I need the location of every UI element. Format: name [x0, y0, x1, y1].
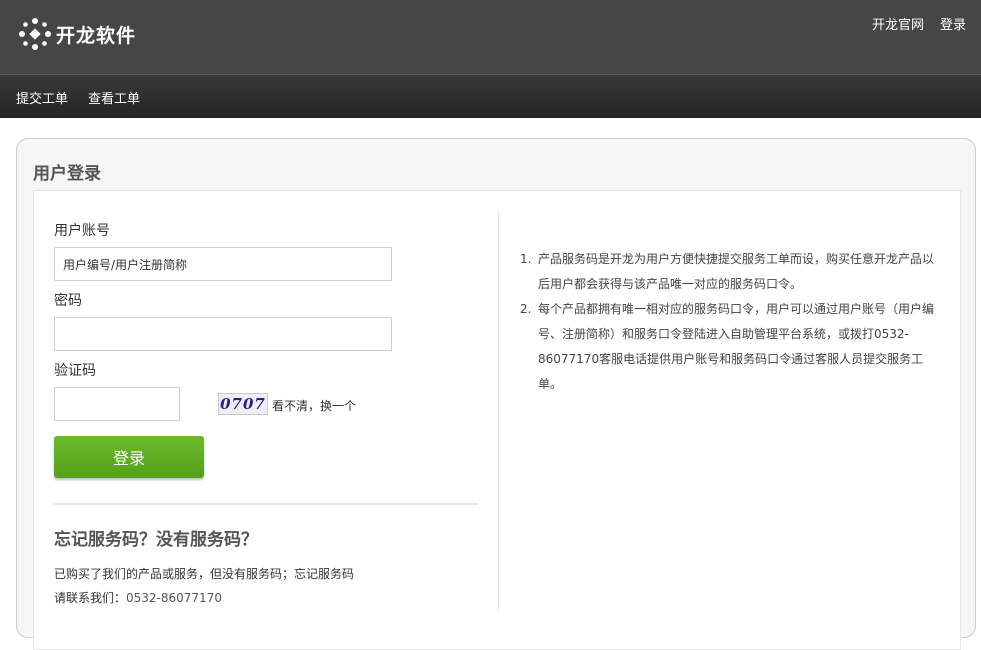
contact-phone: 0532-86077170 — [126, 591, 222, 605]
captcha-refresh-link[interactable]: 看不清，换一个 — [272, 397, 356, 414]
logo-text: 开龙软件 — [56, 24, 137, 47]
nav-view-ticket[interactable]: 查看工单 — [88, 88, 140, 107]
forgot-text-line1: 已购买了我们的产品或服务，但没有服务码；忘记服务码 — [54, 567, 355, 581]
top-login-link[interactable]: 登录 — [940, 14, 966, 33]
nav-submit-ticket[interactable]: 提交工单 — [16, 88, 68, 107]
list-item: 1. 产品服务码是开龙为用户方便快捷提交服务工单而设，购买任意开龙产品以后用户都… — [520, 247, 940, 297]
contact-prefix: 请联系我们： — [54, 591, 127, 605]
panel-title: 用户登录 — [33, 164, 101, 184]
login-panel: 用户登录 用户账号 密码 验证码 0707 看不清，换一个 登录 忘记服务码？没… — [16, 138, 976, 650]
info-list: 1. 产品服务码是开龙为用户方便快捷提交服务工单而设，购买任意开龙产品以后用户都… — [520, 247, 940, 397]
top-header: 开龙软件 开龙官网 登录 — [0, 0, 981, 74]
captcha-label: 验证码 — [54, 363, 96, 379]
captcha-image[interactable]: 0707 — [218, 393, 268, 415]
forgot-text-line2: 请联系我们：0532-86077170 — [54, 589, 222, 606]
vertical-divider — [498, 211, 499, 611]
official-site-link[interactable]: 开龙官网 — [872, 14, 924, 33]
account-label: 用户账号 — [54, 223, 110, 239]
password-label: 密码 — [54, 293, 82, 309]
panel-content: 用户账号 密码 验证码 0707 看不清，换一个 登录 忘记服务码？没有服务码？… — [33, 190, 961, 650]
list-item-text: 每个产品都拥有唯一相对应的服务码口令，用户可以通过用户账号（用户编号、注册简称）… — [538, 302, 935, 391]
list-item-number: 1. — [520, 252, 532, 266]
section-divider — [54, 503, 478, 505]
top-links: 开龙官网 登录 — [856, 14, 966, 33]
forgot-title: 忘记服务码？没有服务码？ — [54, 530, 258, 550]
nav-bar: 提交工单 查看工单 — [0, 74, 981, 118]
logo[interactable]: 开龙软件 — [18, 17, 136, 51]
account-input[interactable] — [54, 247, 392, 281]
list-item: 2. 每个产品都拥有唯一相对应的服务码口令，用户可以通过用户账号（用户编号、注册… — [520, 297, 940, 397]
password-input[interactable] — [54, 317, 392, 351]
list-item-text: 产品服务码是开龙为用户方便快捷提交服务工单而设，购买任意开龙产品以后用户都会获得… — [538, 252, 935, 291]
kailong-logo-icon — [19, 18, 51, 50]
login-button[interactable]: 登录 — [54, 436, 204, 478]
list-item-number: 2. — [520, 302, 532, 316]
captcha-input[interactable] — [54, 387, 180, 421]
